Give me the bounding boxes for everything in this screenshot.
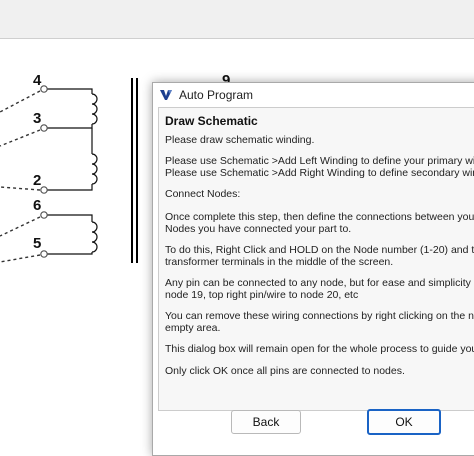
pin-node-4[interactable] [40, 85, 48, 93]
instruction-line: Nodes you have connected your part to. [165, 223, 352, 235]
instruction-line: This dialog box will remain open for the… [165, 343, 474, 355]
winding-primary-2 [44, 128, 98, 191]
ok-button[interactable]: OK [367, 409, 441, 435]
dialog-heading: Draw Schematic [165, 114, 258, 128]
instructions-panel: Draw Schematic Please draw schematic win… [158, 107, 474, 411]
instruction-line: Connect Nodes: [165, 188, 241, 200]
instruction-line: To do this, Right Click and HOLD on the … [165, 244, 474, 256]
pin-label-4: 4 [33, 72, 42, 89]
instruction-line: Please use Schematic >Add Left Winding t… [165, 155, 474, 167]
auto-program-dialog: Auto Program Draw Schematic Please draw … [152, 82, 474, 456]
app-logo-icon [159, 88, 173, 102]
pin-node-3[interactable] [40, 124, 48, 132]
instruction-line: Please use Schematic >Add Right Winding … [165, 167, 474, 179]
instruction-line: Once complete this step, then define the… [165, 211, 474, 223]
dialog-title: Auto Program [179, 88, 254, 102]
pin-node-6[interactable] [40, 211, 48, 219]
instruction-line: Only click OK once all pins are connecte… [165, 365, 405, 377]
pin-node-2[interactable] [40, 186, 48, 194]
instruction-line: transformer terminals in the middle of t… [165, 256, 394, 268]
winding-primary-3 [44, 214, 98, 255]
instruction-line: empty area. [165, 322, 221, 334]
pin-label-2: 2 [33, 172, 42, 189]
instruction-line: node 19, top right pin/wire to node 20, … [165, 289, 359, 301]
dialog-titlebar[interactable]: Auto Program [153, 83, 474, 107]
winding-primary-1 [44, 88, 98, 129]
pin-label-5: 5 [33, 235, 42, 252]
pin-node-5[interactable] [40, 250, 48, 258]
toolbar-strip [0, 0, 474, 39]
instruction-line: Any pin can be connected to any node, bu… [165, 277, 474, 289]
back-button[interactable]: Back [231, 410, 301, 434]
instruction-line: You can remove these wiring connections … [165, 310, 474, 322]
pin-label-6: 6 [33, 197, 42, 214]
pin-label-3: 3 [33, 110, 42, 127]
instruction-line: Please draw schematic winding. [165, 134, 315, 146]
